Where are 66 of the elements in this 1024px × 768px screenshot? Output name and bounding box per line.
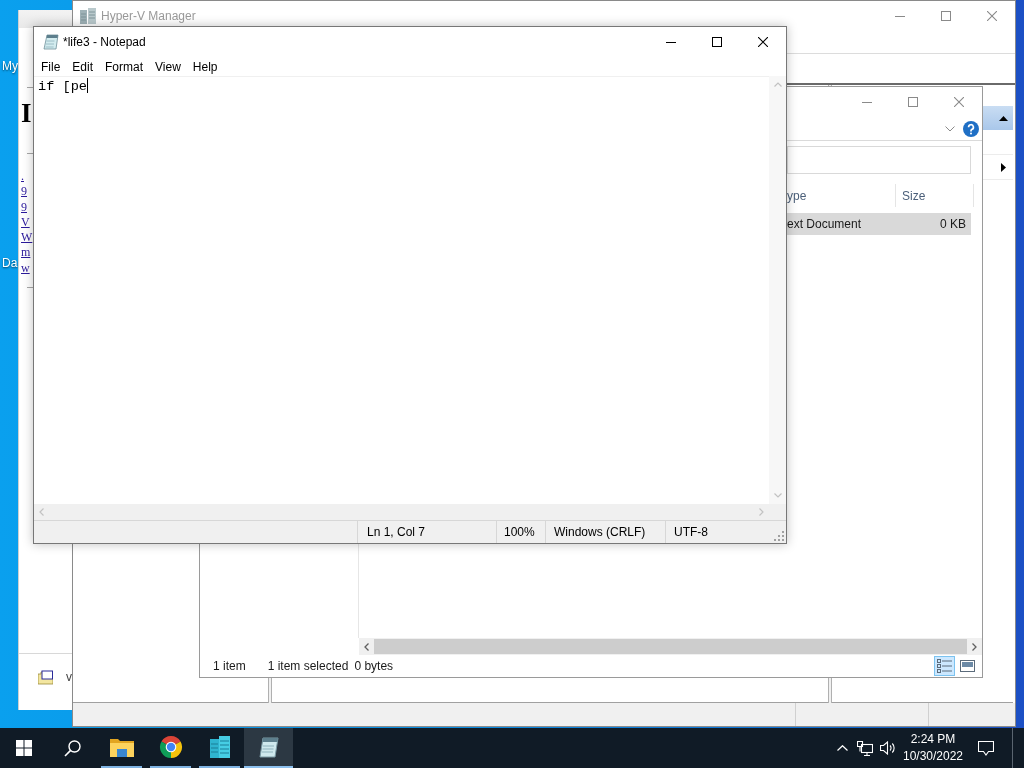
resize-grip-icon[interactable] — [774, 531, 784, 541]
page-link[interactable]: 9 — [21, 184, 27, 200]
selection-size: 0 bytes — [354, 659, 394, 673]
cursor-position: Ln 1, Col 7 — [357, 521, 496, 543]
clock-time: 2:24 PM — [910, 731, 956, 748]
scroll-right-icon[interactable] — [972, 642, 977, 651]
file-icon — [38, 669, 53, 685]
notepad-icon — [43, 34, 59, 50]
file-type-cell-text: ext Document — [787, 217, 863, 231]
large-icons-view-icon — [960, 660, 975, 672]
windows-logo-icon — [16, 740, 32, 756]
file-size-cell-text: 0 KB — [939, 217, 967, 231]
view-button[interactable] — [934, 656, 955, 676]
clock[interactable]: 2:24 PM 10/30/2022 — [900, 728, 966, 768]
menu-item[interactable]: File — [35, 57, 67, 76]
collapse-triangle-icon — [999, 115, 1008, 121]
menu-item[interactable]: Edit — [66, 57, 100, 76]
page-heading: I — [21, 100, 32, 127]
file-name[interactable]: v — [66, 670, 72, 684]
selection-info: 1 item selected — [267, 659, 349, 673]
minimize-icon — [895, 15, 905, 17]
page-link[interactable]: . — [21, 169, 24, 185]
scrollbar-thumb[interactable] — [374, 639, 967, 654]
folder-icon — [109, 737, 134, 757]
column-header[interactable]: ype — [787, 184, 896, 207]
server-icon — [80, 8, 96, 24]
speaker-icon[interactable] — [880, 741, 896, 755]
menu-item[interactable]: Format — [99, 57, 150, 76]
clock-date: 10/30/2022 — [902, 748, 964, 765]
pane-header[interactable] — [983, 106, 1013, 130]
item-count: 1 item — [213, 659, 246, 673]
search-icon — [63, 739, 81, 757]
minimize-icon — [666, 41, 676, 43]
notification-icon[interactable] — [978, 740, 994, 756]
help-icon[interactable] — [963, 120, 979, 137]
menu-item[interactable]: Help — [186, 57, 224, 76]
notepad-icon — [257, 736, 280, 758]
encoding: UTF-8 — [665, 521, 774, 543]
zoom-level: 100% — [496, 521, 545, 543]
server-icon — [208, 735, 231, 759]
close-icon — [987, 11, 997, 21]
page-link[interactable]: w — [21, 260, 30, 277]
maximize-icon — [941, 11, 951, 21]
network-icon[interactable] — [857, 740, 873, 756]
chevron-up-icon[interactable] — [836, 745, 848, 751]
close-icon — [758, 37, 768, 47]
expand-triangle-icon[interactable] — [1001, 162, 1006, 172]
page-link[interactable]: V — [21, 214, 30, 231]
scroll-left-icon[interactable] — [364, 642, 369, 651]
page-link[interactable]: 9 — [21, 199, 27, 215]
line-ending: Windows (CRLF) — [545, 521, 665, 543]
window-title: Hyper-V Manager — [101, 9, 196, 23]
window-title: *life3 - Notepad — [63, 35, 146, 49]
menu-item[interactable]: View — [149, 57, 187, 76]
close-icon — [954, 97, 964, 107]
page-link[interactable]: W — [21, 230, 33, 246]
chrome-icon — [158, 735, 183, 759]
chevron-down-icon[interactable] — [945, 125, 955, 132]
maximize-icon — [712, 37, 722, 47]
page-link[interactable]: m — [21, 245, 31, 261]
details-view-icon — [937, 659, 952, 673]
horizontal-scrollbar[interactable] — [359, 638, 982, 655]
minimize-icon — [862, 101, 872, 103]
maximize-icon — [908, 97, 918, 107]
file-row[interactable]: ext Document 0 KB — [787, 213, 971, 235]
taskbar-button[interactable] — [244, 728, 293, 768]
